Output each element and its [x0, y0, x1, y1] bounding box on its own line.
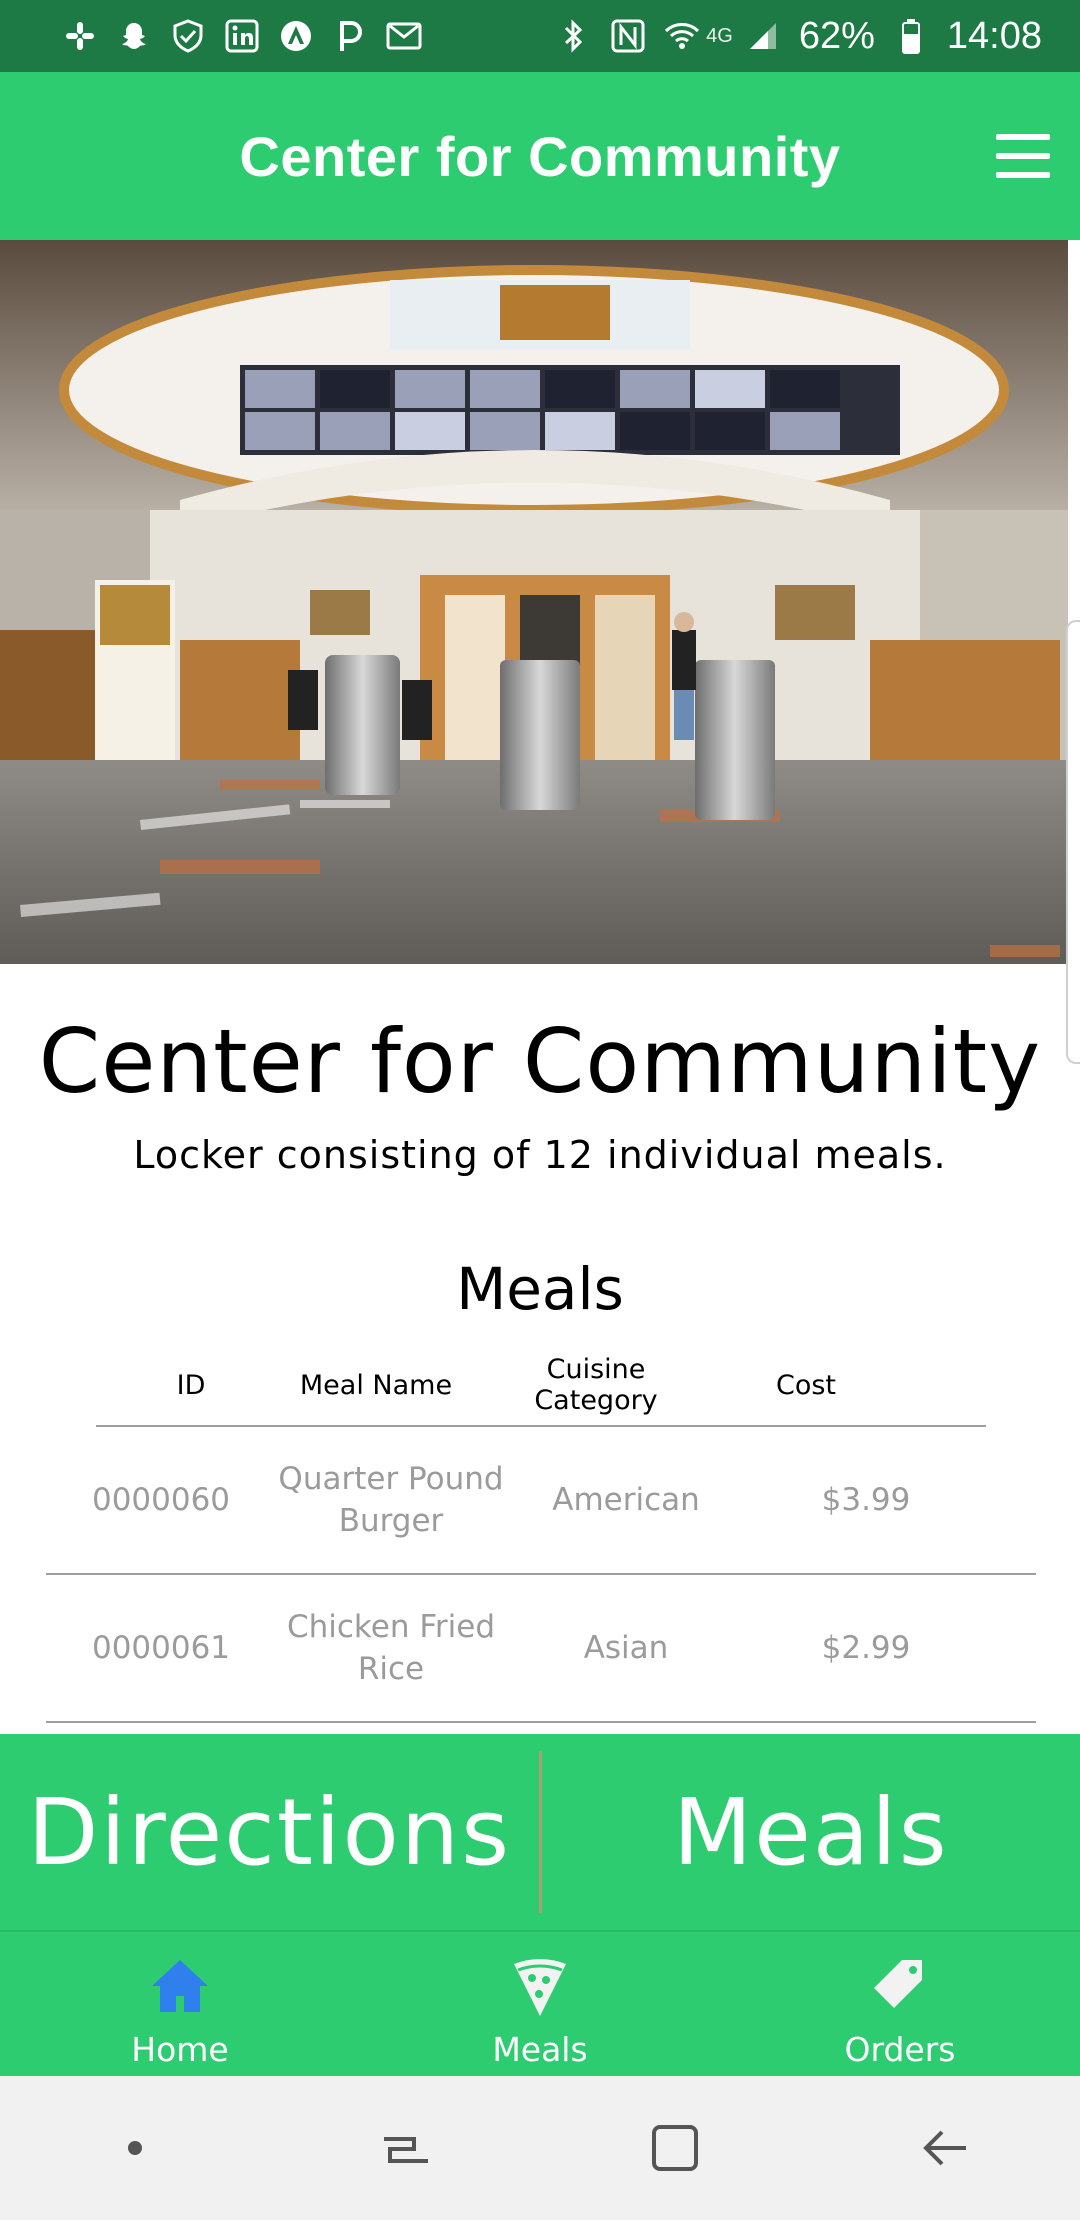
nav-label-meals: Meals [492, 2030, 588, 2069]
hero-image [0, 240, 1068, 964]
nav-item-home[interactable]: Home [0, 1932, 360, 2076]
meals-heading: Meals [456, 1255, 624, 1323]
meal-id: 0000061 [91, 1630, 231, 1666]
signal-icon [745, 18, 781, 54]
battery-icon [893, 18, 929, 54]
meal-id: 0000060 [91, 1482, 231, 1518]
p-icon [332, 18, 368, 54]
status-bar: 4G 62% 14:08 [0, 0, 1080, 72]
linkedin-icon [224, 18, 260, 54]
meal-category: Asian [583, 1630, 669, 1666]
app-bar: Center for Community [0, 72, 1080, 240]
app-bar-title: Center for Community [239, 124, 841, 188]
battery-percent: 62% [798, 14, 875, 57]
status-bar-left [62, 18, 422, 54]
table-header: ID Meal Name Cuisine Category Cost [96, 1345, 986, 1427]
home-icon [152, 1960, 208, 2012]
scroll-indicator[interactable] [1066, 620, 1080, 1064]
column-header-meal-name: Meal Name [299, 1369, 453, 1401]
meal-name: Quarter Pound Burger [278, 1461, 504, 1539]
nfc-icon [610, 18, 646, 54]
arch-icon [278, 18, 314, 54]
clock: 14:08 [946, 14, 1042, 57]
system-navigation-bar [0, 2076, 1080, 2220]
table-row[interactable]: 0000061 Chicken Fried Rice Asian $2.99 [46, 1575, 1036, 1723]
column-header-cost: Cost [775, 1369, 837, 1401]
network-type: 4G [706, 24, 733, 47]
dining-hall-photo [0, 240, 1068, 964]
bluetooth-icon [556, 18, 592, 54]
meal-cost: $2.99 [821, 1630, 911, 1666]
pizza-icon [514, 1959, 566, 2016]
location-description: Locker consisting of 12 individual meals… [133, 1133, 947, 1177]
nav-label-home: Home [131, 2030, 229, 2069]
meals-table: ID Meal Name Cuisine Category Cost 00000… [46, 1345, 1036, 1723]
recent-apps-icon[interactable] [375, 2118, 435, 2178]
meals-button[interactable]: Meals [542, 1734, 1080, 1930]
tag-icon [874, 1960, 922, 2008]
slack-icon [62, 18, 98, 54]
nav-item-meals[interactable]: Meals [360, 1932, 720, 2076]
bottom-navigation: Home Meals Orders [0, 1930, 1080, 2076]
column-header-id: ID [176, 1369, 206, 1401]
table-row[interactable]: 0000060 Quarter Pound Burger American $3… [46, 1427, 1036, 1575]
menu-line [996, 134, 1050, 140]
menu-line [996, 153, 1050, 159]
nav-item-orders[interactable]: Orders [720, 1932, 1080, 2076]
menu-line [996, 172, 1050, 178]
back-icon[interactable] [915, 2118, 975, 2178]
meal-category: American [552, 1482, 700, 1518]
dot-indicator-icon [105, 2118, 165, 2178]
mail-icon [386, 18, 422, 54]
hamburger-menu-icon[interactable] [996, 134, 1050, 178]
home-button-icon[interactable] [645, 2118, 705, 2178]
meal-name: Chicken Fried Rice [286, 1609, 496, 1687]
location-title: Center for Community [38, 1010, 1042, 1113]
column-header-cuisine-category: Cuisine Category [534, 1354, 658, 1416]
action-bar: Directions Meals [0, 1734, 1080, 1930]
nav-label-orders: Orders [844, 2030, 956, 2069]
meal-cost: $3.99 [821, 1482, 911, 1518]
shield-icon [170, 18, 206, 54]
status-bar-right: 4G 62% 14:08 [556, 15, 1042, 58]
directions-button[interactable]: Directions [0, 1734, 539, 1930]
wifi-icon [664, 18, 700, 54]
snapchat-icon [116, 18, 152, 54]
